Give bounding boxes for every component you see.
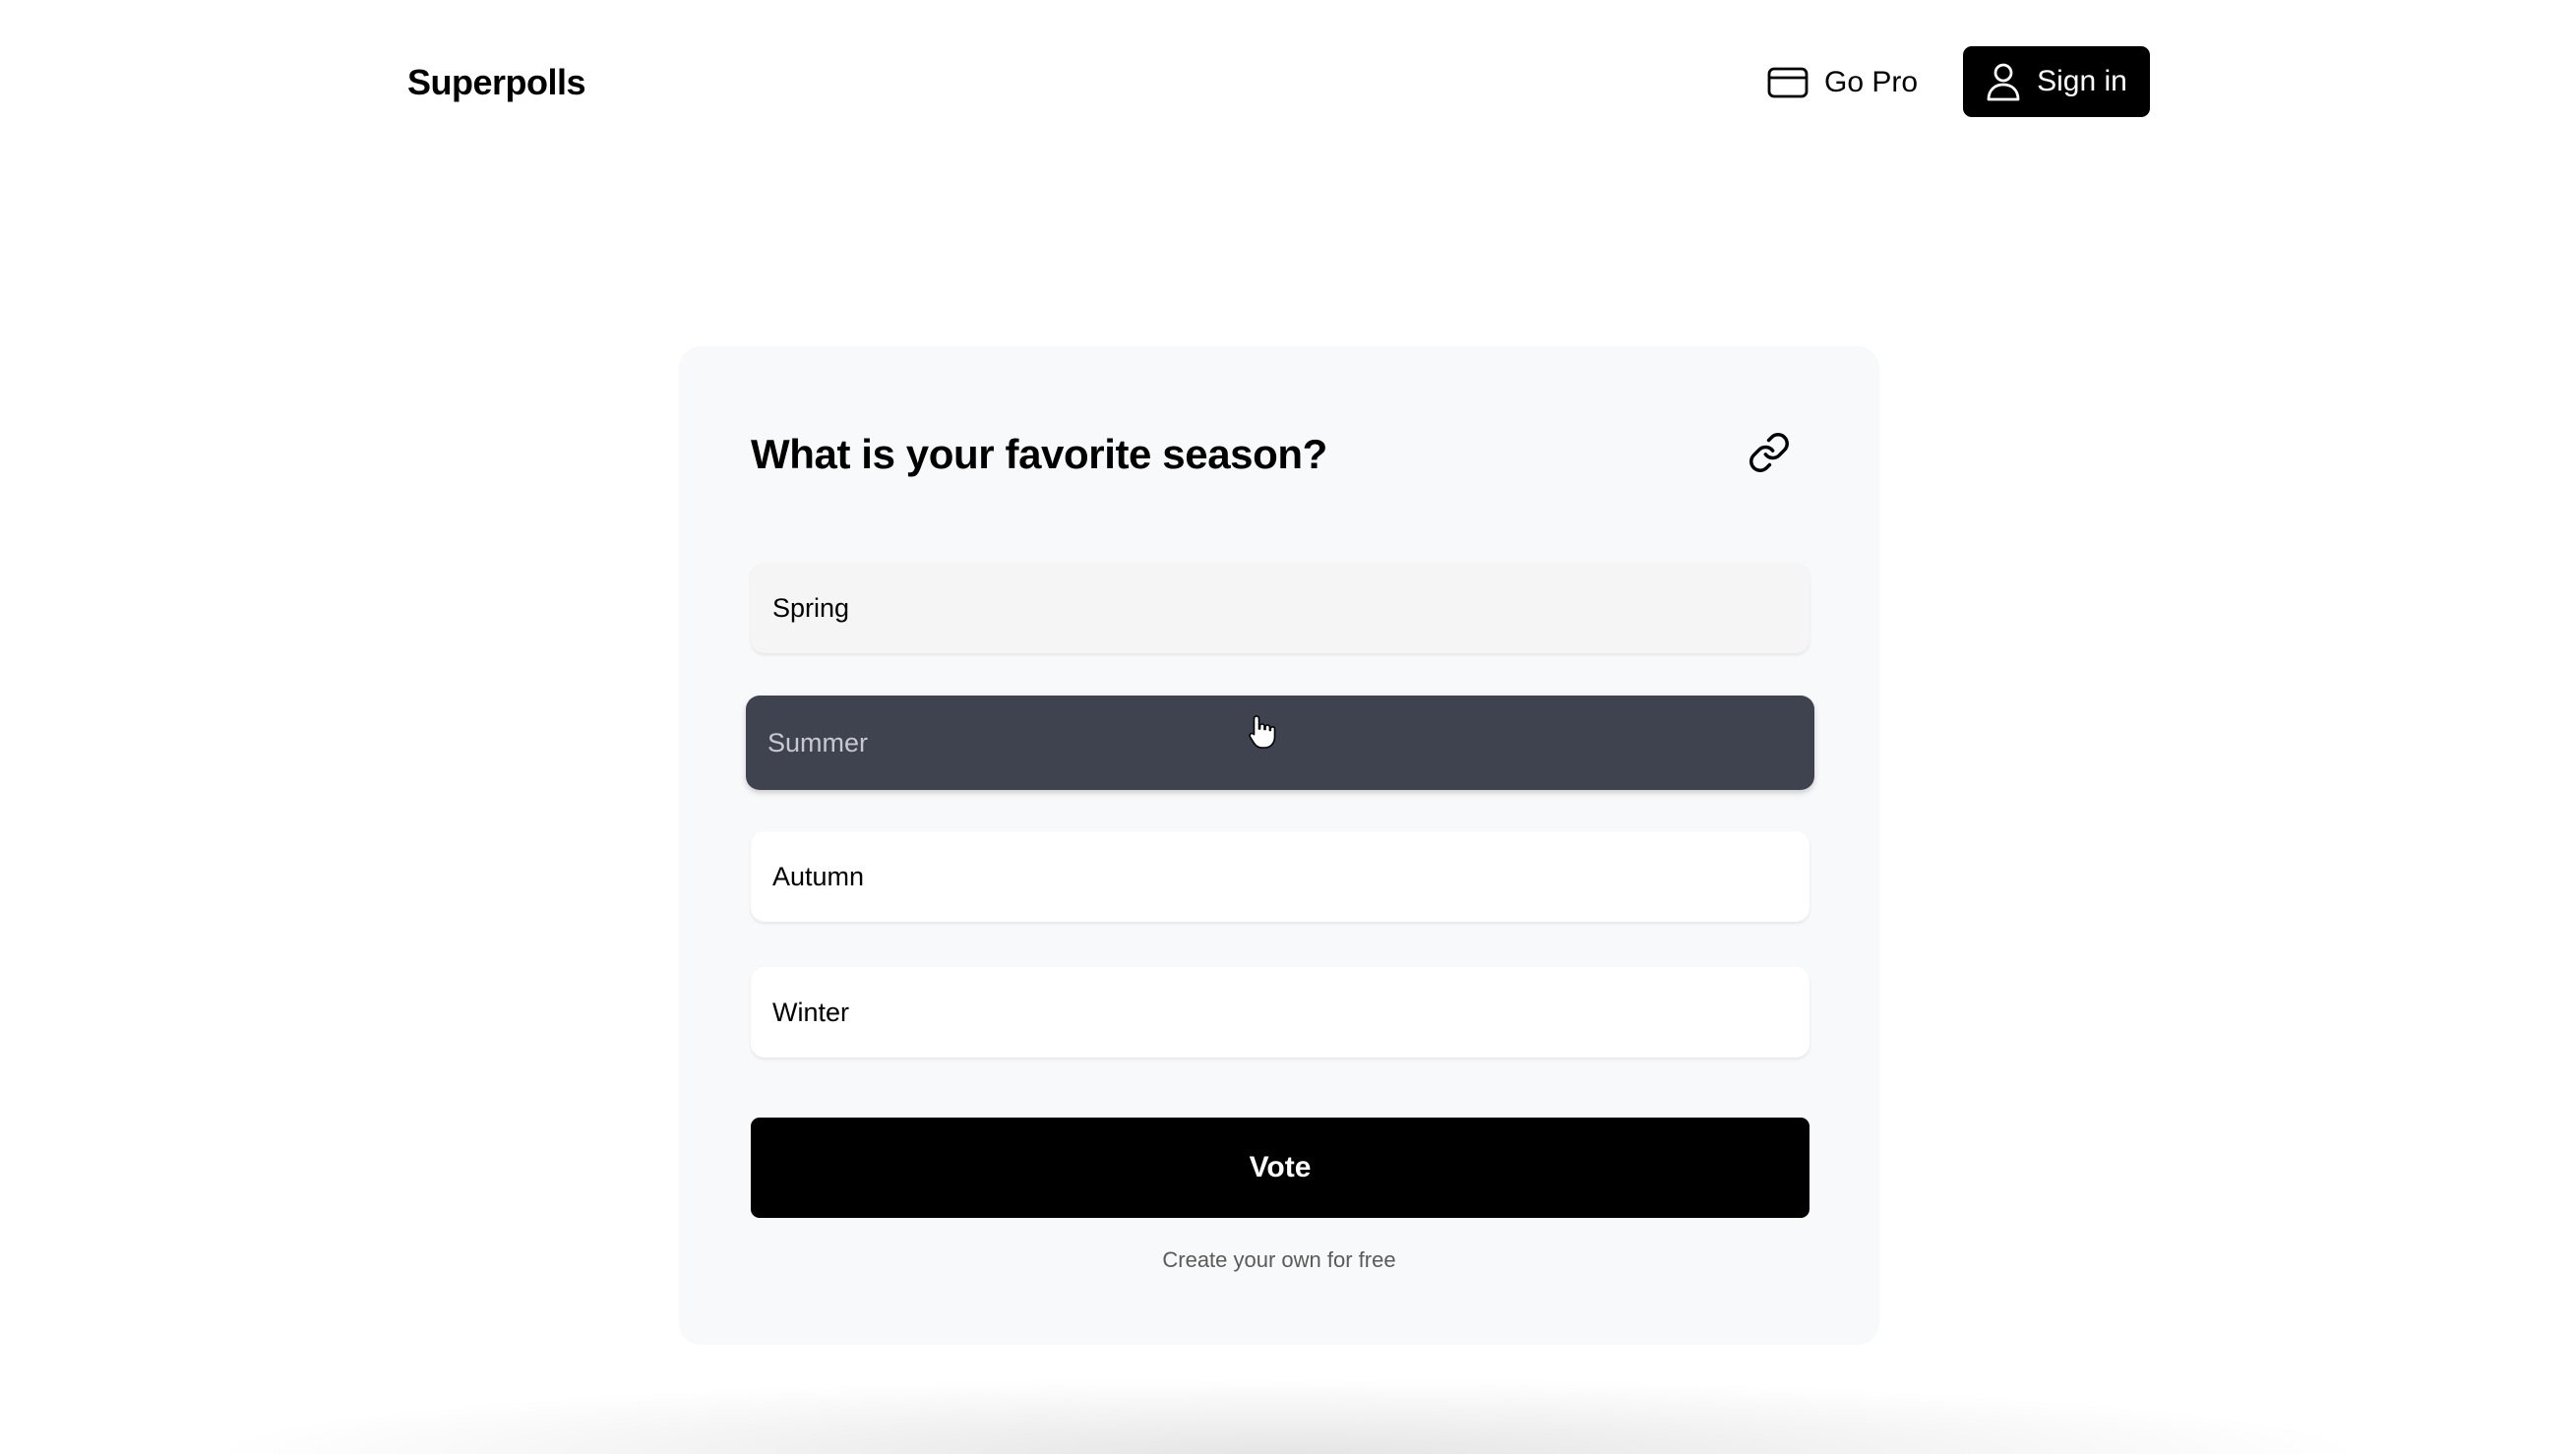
sign-in-button[interactable]: Sign in (1963, 46, 2150, 117)
copy-link-button[interactable] (1742, 427, 1797, 482)
sign-in-label: Sign in (2037, 65, 2127, 97)
poll-option-spring[interactable]: Spring (751, 563, 1809, 653)
poll-option-winter[interactable]: Winter (751, 967, 1809, 1058)
poll-question: What is your favorite season? (751, 431, 1327, 477)
bottom-shadow (197, 1377, 2379, 1454)
credit-card-icon (1767, 66, 1809, 99)
user-icon (1986, 62, 2021, 101)
option-label: Winter (772, 997, 850, 1027)
poll-card: What is your favorite season? Spring Sum… (679, 346, 1879, 1345)
poll-option-summer[interactable]: Summer (746, 696, 1814, 790)
poll-option-autumn[interactable]: Autumn (751, 831, 1809, 922)
hand-cursor-icon (1248, 714, 1277, 750)
option-label: Spring (772, 592, 850, 623)
link-icon (1748, 431, 1791, 479)
go-pro-label: Go Pro (1824, 66, 1919, 98)
go-pro-button[interactable]: Go Pro (1767, 55, 1918, 110)
page: Superpolls Go Pro Sign in What is your f… (0, 0, 2576, 1454)
brand-logo[interactable]: Superpolls (407, 59, 586, 106)
option-label: Summer (767, 727, 869, 757)
vote-button[interactable]: Vote (751, 1118, 1809, 1218)
top-header: Superpolls Go Pro Sign in (0, 0, 2576, 167)
option-label: Autumn (772, 861, 865, 891)
create-poll-link[interactable]: Create your own for free (679, 1247, 1879, 1273)
